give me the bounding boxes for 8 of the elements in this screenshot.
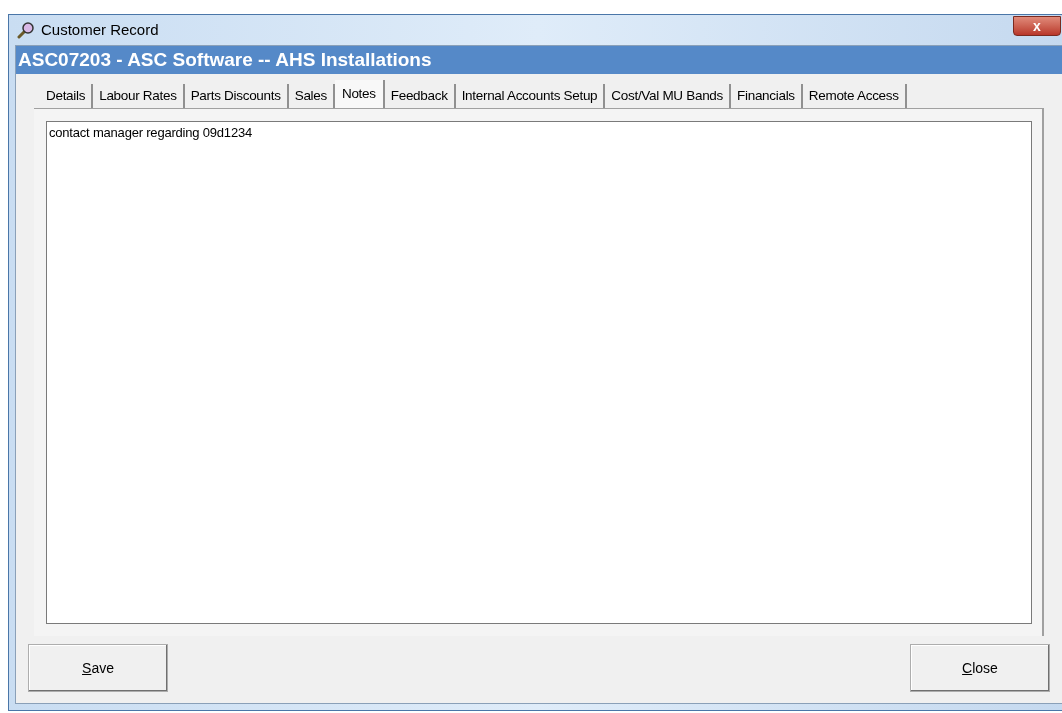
window-title: Customer Record	[41, 19, 159, 40]
close-button[interactable]: x	[1013, 16, 1061, 36]
notes-field[interactable]: contact manager regarding 09d1234	[46, 121, 1032, 624]
tab[interactable]: Notes	[334, 80, 385, 108]
record-title: ASC07203 - ASC Software -- AHS Installations	[18, 47, 432, 72]
magnifier-icon	[17, 21, 35, 39]
save-button[interactable]: Save	[28, 644, 168, 692]
close-button[interactable]: Close	[910, 644, 1050, 692]
